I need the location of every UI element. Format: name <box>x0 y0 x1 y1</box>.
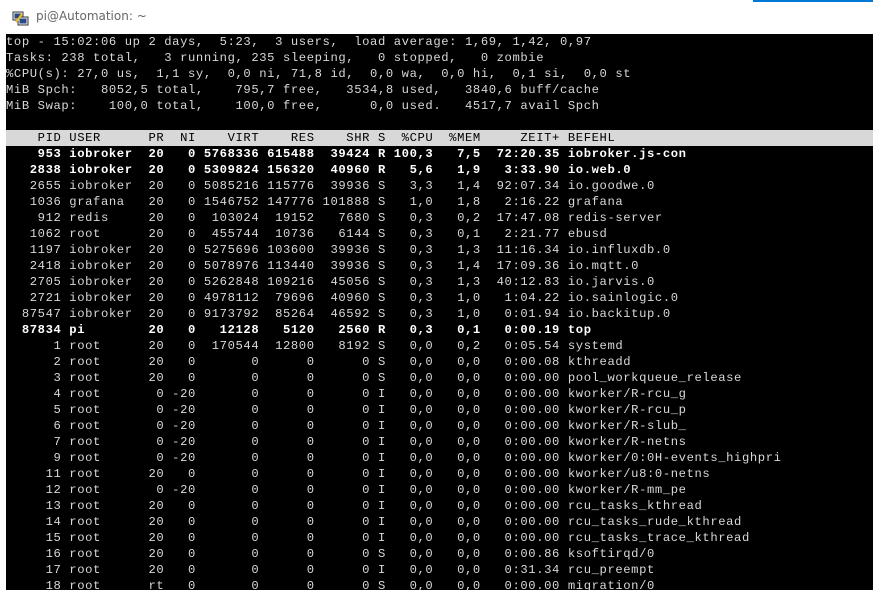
process-row: 17 root 20 0 0 0 0 I 0,0 0,0 0:31.34 rcu… <box>6 563 655 577</box>
process-row: 14 root 20 0 0 0 0 I 0,0 0,0 0:00.00 rcu… <box>6 515 742 529</box>
summary-uptime: top - 15:02:06 up 2 days, 5:23, 3 users,… <box>6 35 592 49</box>
process-row: 87834 pi 20 0 12128 5120 2560 R 0,3 0,1 … <box>6 323 592 337</box>
summary-cpu: %CPU(s): 27,0 us, 1,1 sy, 0,0 ni, 71,8 i… <box>6 67 632 81</box>
summary-tasks: Tasks: 238 total, 3 running, 235 sleepin… <box>6 51 545 65</box>
process-row: 87547 iobroker 20 0 9173792 85264 46592 … <box>6 307 671 321</box>
process-row: 16 root 20 0 0 0 0 S 0,0 0,0 0:00.86 kso… <box>6 547 655 561</box>
process-row: 12 root 0 -20 0 0 0 I 0,0 0,0 0:00.00 kw… <box>6 483 687 497</box>
process-row: 4 root 0 -20 0 0 0 I 0,0 0,0 0:00.00 kwo… <box>6 387 687 401</box>
process-row: 953 iobroker 20 0 5768336 615488 39424 R… <box>6 147 687 161</box>
terminal-area[interactable]: top - 15:02:06 up 2 days, 5:23, 3 users,… <box>6 34 873 590</box>
process-row: 18 root rt 0 0 0 0 S 0,0 0,0 0:00.00 mig… <box>6 579 655 590</box>
process-row: 1062 root 20 0 455744 10736 6144 S 0,3 0… <box>6 227 608 241</box>
window-title: pi@Automation: ~ <box>36 9 147 23</box>
process-row: 2655 iobroker 20 0 5085216 115776 39936 … <box>6 179 655 193</box>
process-row: 2721 iobroker 20 0 4978112 79696 40960 S… <box>6 291 679 305</box>
process-row: 2838 iobroker 20 0 5309824 156320 40960 … <box>6 163 632 177</box>
process-row: 1197 iobroker 20 0 5275696 103600 39936 … <box>6 243 671 257</box>
process-row: 13 root 20 0 0 0 0 I 0,0 0,0 0:00.00 rcu… <box>6 499 703 513</box>
process-row: 1036 grafana 20 0 1546752 147776 101888 … <box>6 195 624 209</box>
process-row: 1 root 20 0 170544 12800 8192 S 0,0 0,2 … <box>6 339 624 353</box>
process-row: 2418 iobroker 20 0 5078976 113440 39936 … <box>6 259 640 273</box>
process-row: 5 root 0 -20 0 0 0 I 0,0 0,0 0:00.00 kwo… <box>6 403 687 417</box>
process-row: 912 redis 20 0 103024 19152 7680 S 0,3 0… <box>6 211 663 225</box>
window-titlebar[interactable]: pi@Automation: ~ <box>0 0 873 34</box>
process-column-header: PID USER PR NI VIRT RES SHR S %CPU %MEM … <box>6 130 873 146</box>
process-row: 2 root 20 0 0 0 0 S 0,0 0,0 0:00.08 kthr… <box>6 355 632 369</box>
putty-icon <box>12 11 29 26</box>
process-row: 2705 iobroker 20 0 5262848 109216 45056 … <box>6 275 655 289</box>
process-row: 6 root 0 -20 0 0 0 I 0,0 0,0 0:00.00 kwo… <box>6 419 687 433</box>
process-row: 15 root 20 0 0 0 0 I 0,0 0,0 0:00.00 rcu… <box>6 531 750 545</box>
title-accent-line <box>753 0 873 2</box>
process-row: 9 root 0 -20 0 0 0 I 0,0 0,0 0:00.00 kwo… <box>6 451 782 465</box>
process-row: 11 root 20 0 0 0 0 I 0,0 0,0 0:00.00 kwo… <box>6 467 711 481</box>
summary-swap: MiB Swap: 100,0 total, 100,0 free, 0,0 u… <box>6 99 600 113</box>
process-row: 7 root 0 -20 0 0 0 I 0,0 0,0 0:00.00 kwo… <box>6 435 687 449</box>
summary-mem: MiB Spch: 8052,5 total, 795,7 free, 3534… <box>6 83 600 97</box>
column-header-text: PID USER PR NI VIRT RES SHR S %CPU %MEM … <box>6 131 616 145</box>
process-row: 3 root 20 0 0 0 0 S 0,0 0,0 0:00.00 pool… <box>6 371 742 385</box>
